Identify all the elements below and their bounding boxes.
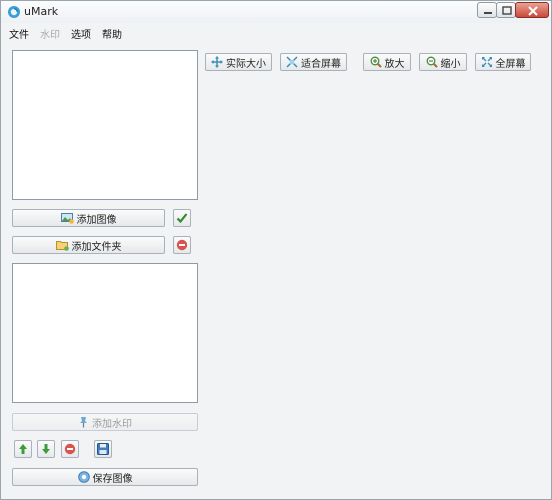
minimize-button[interactable] xyxy=(477,2,497,18)
arrows-out-icon xyxy=(211,56,223,68)
save-image-label: 保存图像 xyxy=(92,473,133,485)
image-canvas[interactable] xyxy=(201,81,547,494)
checkmark-icon xyxy=(176,213,188,224)
zoom-in-label: 放大 xyxy=(384,58,405,70)
zoom-out-icon xyxy=(426,56,438,68)
add-folder-button[interactable]: 添加文件夹 xyxy=(12,236,165,254)
add-watermark-button[interactable]: 添加水印 xyxy=(12,413,198,431)
menu-help[interactable]: 帮助 xyxy=(102,26,122,41)
save-disk-button[interactable] xyxy=(94,440,112,458)
remove-button[interactable] xyxy=(173,236,191,254)
add-watermark-label: 添加水印 xyxy=(92,418,132,430)
watermark-list-panel[interactable] xyxy=(12,263,198,403)
add-image-button[interactable]: 添加图像 xyxy=(12,209,165,227)
zoom-in-button[interactable]: 放大 xyxy=(363,53,411,71)
remove-icon xyxy=(176,239,188,251)
image-preview-panel xyxy=(12,50,198,200)
move-down-button[interactable] xyxy=(37,440,55,458)
fit-screen-button[interactable]: 适合屏幕 xyxy=(280,53,347,71)
move-down-icon xyxy=(42,444,50,454)
move-up-icon xyxy=(19,444,27,454)
title-bar: uMark xyxy=(1,1,551,23)
menu-bar: 文件 水印 选项 帮助 xyxy=(1,23,551,41)
close-button[interactable] xyxy=(515,2,549,18)
app-logo-icon xyxy=(7,5,21,19)
confirm-button[interactable] xyxy=(173,209,191,227)
zoom-out-label: 缩小 xyxy=(440,58,461,70)
umark-window: uMark 文件 水印 选项 帮助 实际大小 适合屏幕 放大 缩小 全屏幕 添加… xyxy=(0,0,552,500)
close-icon xyxy=(528,6,538,16)
actual-size-label: 实际大小 xyxy=(226,58,266,70)
fullscreen-icon xyxy=(481,57,492,67)
add-image-icon xyxy=(60,213,74,224)
add-folder-label: 添加文件夹 xyxy=(71,241,122,253)
watermark-pin-icon xyxy=(80,417,87,428)
fullscreen-button[interactable]: 全屏幕 xyxy=(475,53,531,71)
save-image-button[interactable]: 保存图像 xyxy=(12,468,198,486)
move-up-button[interactable] xyxy=(14,440,32,458)
delete-icon xyxy=(64,443,76,455)
add-image-label: 添加图像 xyxy=(76,214,117,226)
window-title: uMark xyxy=(24,5,59,18)
maximize-icon xyxy=(502,6,512,15)
fit-screen-label: 适合屏幕 xyxy=(301,58,341,70)
delete-button[interactable] xyxy=(61,440,79,458)
maximize-button[interactable] xyxy=(496,2,516,18)
actual-size-button[interactable]: 实际大小 xyxy=(205,53,272,71)
fit-screen-icon xyxy=(286,56,298,68)
add-folder-icon xyxy=(55,241,69,251)
minimize-icon xyxy=(484,12,492,14)
save-disk-icon xyxy=(97,443,109,455)
menu-watermark[interactable]: 水印 xyxy=(40,26,60,41)
menu-options[interactable]: 选项 xyxy=(71,26,91,41)
zoom-in-icon xyxy=(370,56,382,68)
save-image-icon xyxy=(77,471,90,483)
fullscreen-label: 全屏幕 xyxy=(495,58,526,70)
zoom-out-button[interactable]: 缩小 xyxy=(419,53,467,71)
menu-file[interactable]: 文件 xyxy=(9,26,29,41)
